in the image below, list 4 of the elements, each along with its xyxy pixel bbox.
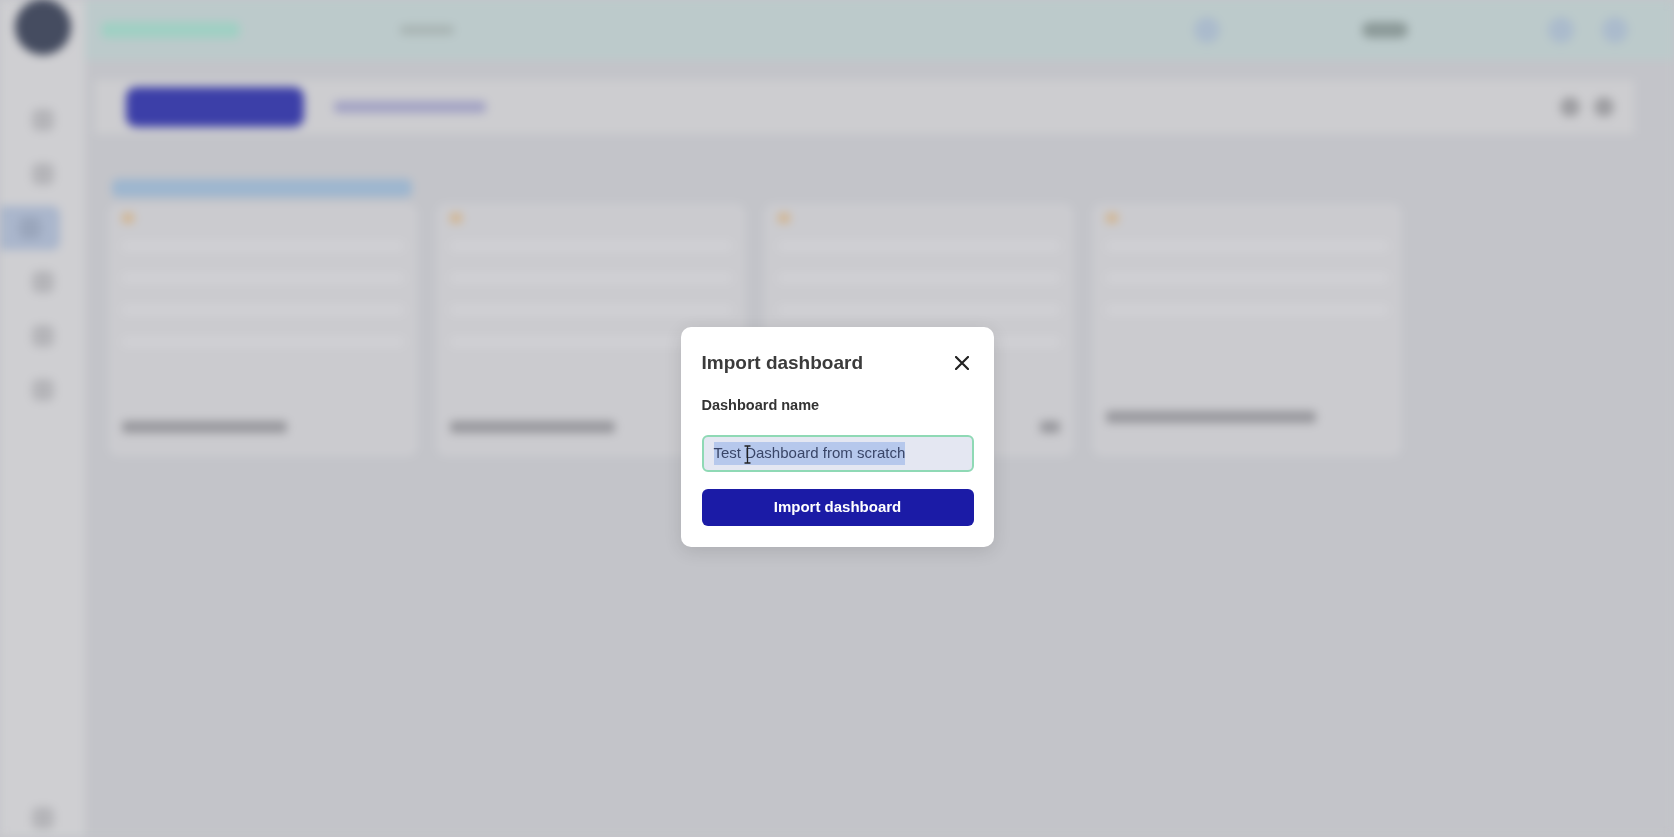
import-dashboard-button[interactable]: Import dashboard xyxy=(701,489,974,526)
field-label: Dashboard name xyxy=(701,396,820,415)
close-icon xyxy=(954,356,969,370)
dialog-title: Import dashboard xyxy=(701,351,863,375)
